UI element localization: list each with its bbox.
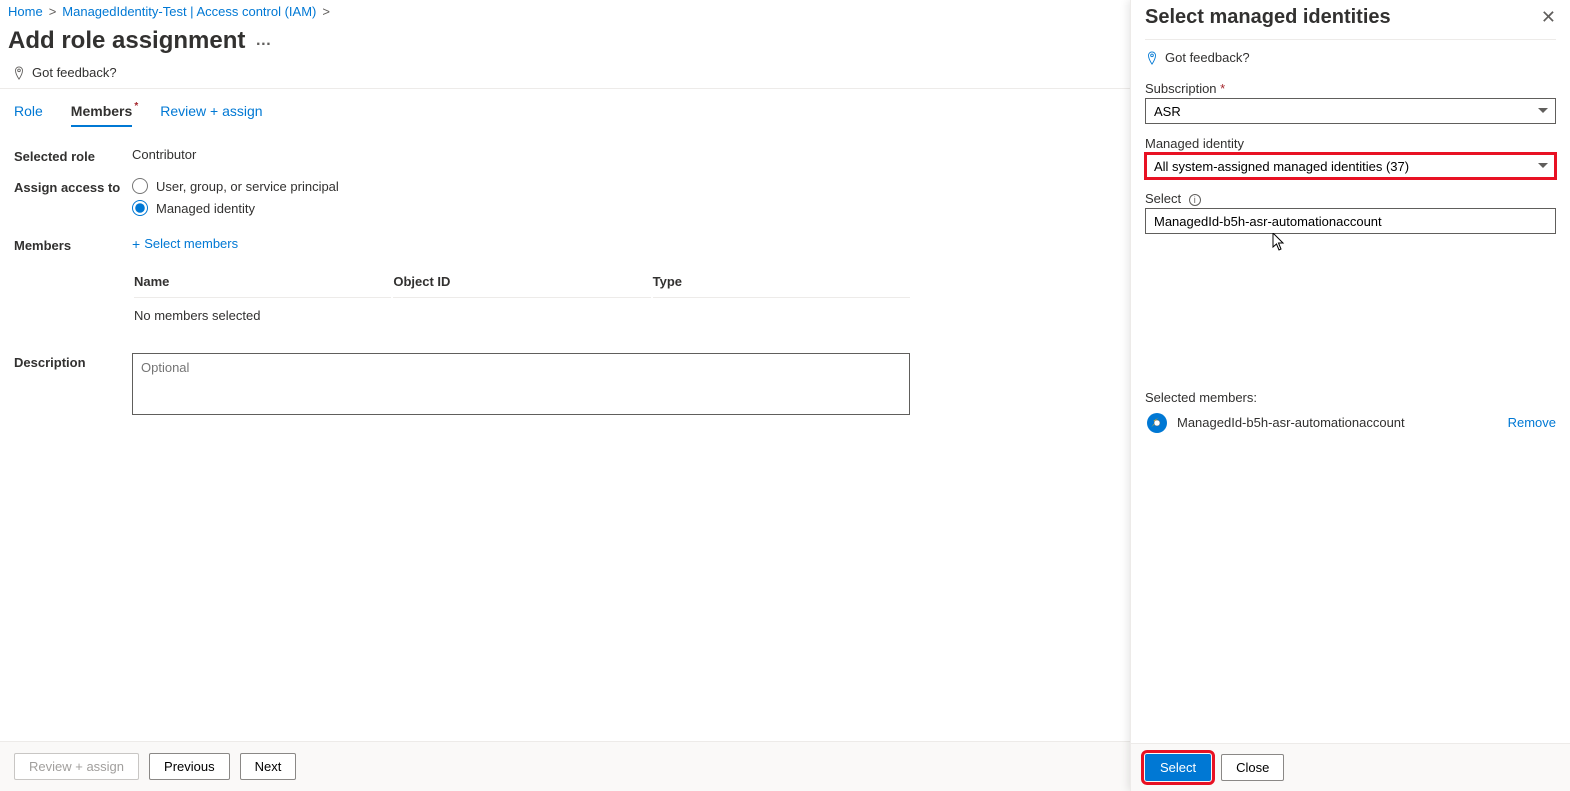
previous-button[interactable]: Previous <box>149 753 230 780</box>
no-members-cell: No members selected <box>134 300 910 331</box>
col-type: Type <box>653 266 910 298</box>
tab-members-label: Members <box>71 103 132 119</box>
automation-account-icon <box>1145 411 1169 435</box>
panel-feedback-link[interactable]: Got feedback? <box>1131 40 1570 65</box>
members-table: Name Object ID Type No members selected <box>132 264 912 333</box>
panel-close-button[interactable]: ✕ <box>1541 7 1556 28</box>
tab-review[interactable]: Review + assign <box>160 103 262 127</box>
remove-member-link[interactable]: Remove <box>1508 415 1556 430</box>
managed-identity-label: Managed identity <box>1145 136 1556 151</box>
subscription-select[interactable]: ASR <box>1145 98 1556 124</box>
radio-user-label: User, group, or service principal <box>156 179 339 194</box>
select-members-text: Select members <box>144 236 238 251</box>
select-search-input[interactable] <box>1145 208 1556 234</box>
panel-select-button[interactable]: Select <box>1145 754 1211 781</box>
table-row: No members selected <box>134 300 910 331</box>
next-button[interactable]: Next <box>240 753 297 780</box>
radio-managed-identity[interactable] <box>132 200 148 216</box>
col-name: Name <box>134 266 391 298</box>
subscription-label: Subscription * <box>1145 81 1556 96</box>
select-members-link[interactable]: + Select members <box>132 236 238 251</box>
footer-bar: Review + assign Previous Next <box>0 741 1130 791</box>
panel-title: Select managed identities <box>1145 6 1391 29</box>
radio-mi-label: Managed identity <box>156 201 255 216</box>
info-icon[interactable]: i <box>1189 194 1201 206</box>
managed-identity-select[interactable]: All system-assigned managed identities (… <box>1145 153 1556 179</box>
tab-members[interactable]: Members * <box>71 103 132 127</box>
assign-access-label: Assign access to <box>14 178 132 195</box>
feedback-label: Got feedback? <box>32 65 117 80</box>
selected-member-item: ManagedId-b5h-asr-automationaccount Remo… <box>1145 411 1556 435</box>
col-object-id: Object ID <box>393 266 650 298</box>
description-textarea[interactable] <box>132 353 910 415</box>
breadcrumb-home[interactable]: Home <box>8 4 43 19</box>
selected-members-section: Selected members: ManagedId-b5h-asr-auto… <box>1131 378 1570 447</box>
review-assign-button[interactable]: Review + assign <box>14 753 139 780</box>
description-label: Description <box>14 353 132 370</box>
more-actions[interactable]: … <box>255 32 271 50</box>
page-title: Add role assignment <box>8 27 245 55</box>
members-label: Members <box>14 236 132 253</box>
select-label: Select i <box>1145 191 1556 206</box>
panel-feedback-label: Got feedback? <box>1165 50 1250 65</box>
breadcrumb-item[interactable]: ManagedIdentity-Test | Access control (I… <box>62 4 316 19</box>
required-indicator: * <box>134 101 138 112</box>
selected-member-name: ManagedId-b5h-asr-automationaccount <box>1177 415 1405 430</box>
panel-close-footer-button[interactable]: Close <box>1221 754 1284 781</box>
feedback-link[interactable]: Got feedback? <box>12 65 117 80</box>
radio-user-group[interactable] <box>132 178 148 194</box>
feedback-icon <box>1145 51 1159 65</box>
selected-members-title: Selected members: <box>1145 390 1556 405</box>
tab-role[interactable]: Role <box>14 103 43 127</box>
main-form: Selected role Contributor Assign access … <box>0 127 1100 452</box>
plus-icon: + <box>132 237 140 251</box>
panel-footer: Select Close <box>1131 743 1570 791</box>
breadcrumb-sep: > <box>49 4 57 19</box>
feedback-icon <box>12 66 26 80</box>
breadcrumb-sep: > <box>322 4 330 19</box>
close-icon: ✕ <box>1541 7 1556 27</box>
side-panel: Select managed identities ✕ Got feedback… <box>1130 0 1570 791</box>
selected-role-label: Selected role <box>14 147 132 164</box>
selected-role-value: Contributor <box>132 147 912 162</box>
